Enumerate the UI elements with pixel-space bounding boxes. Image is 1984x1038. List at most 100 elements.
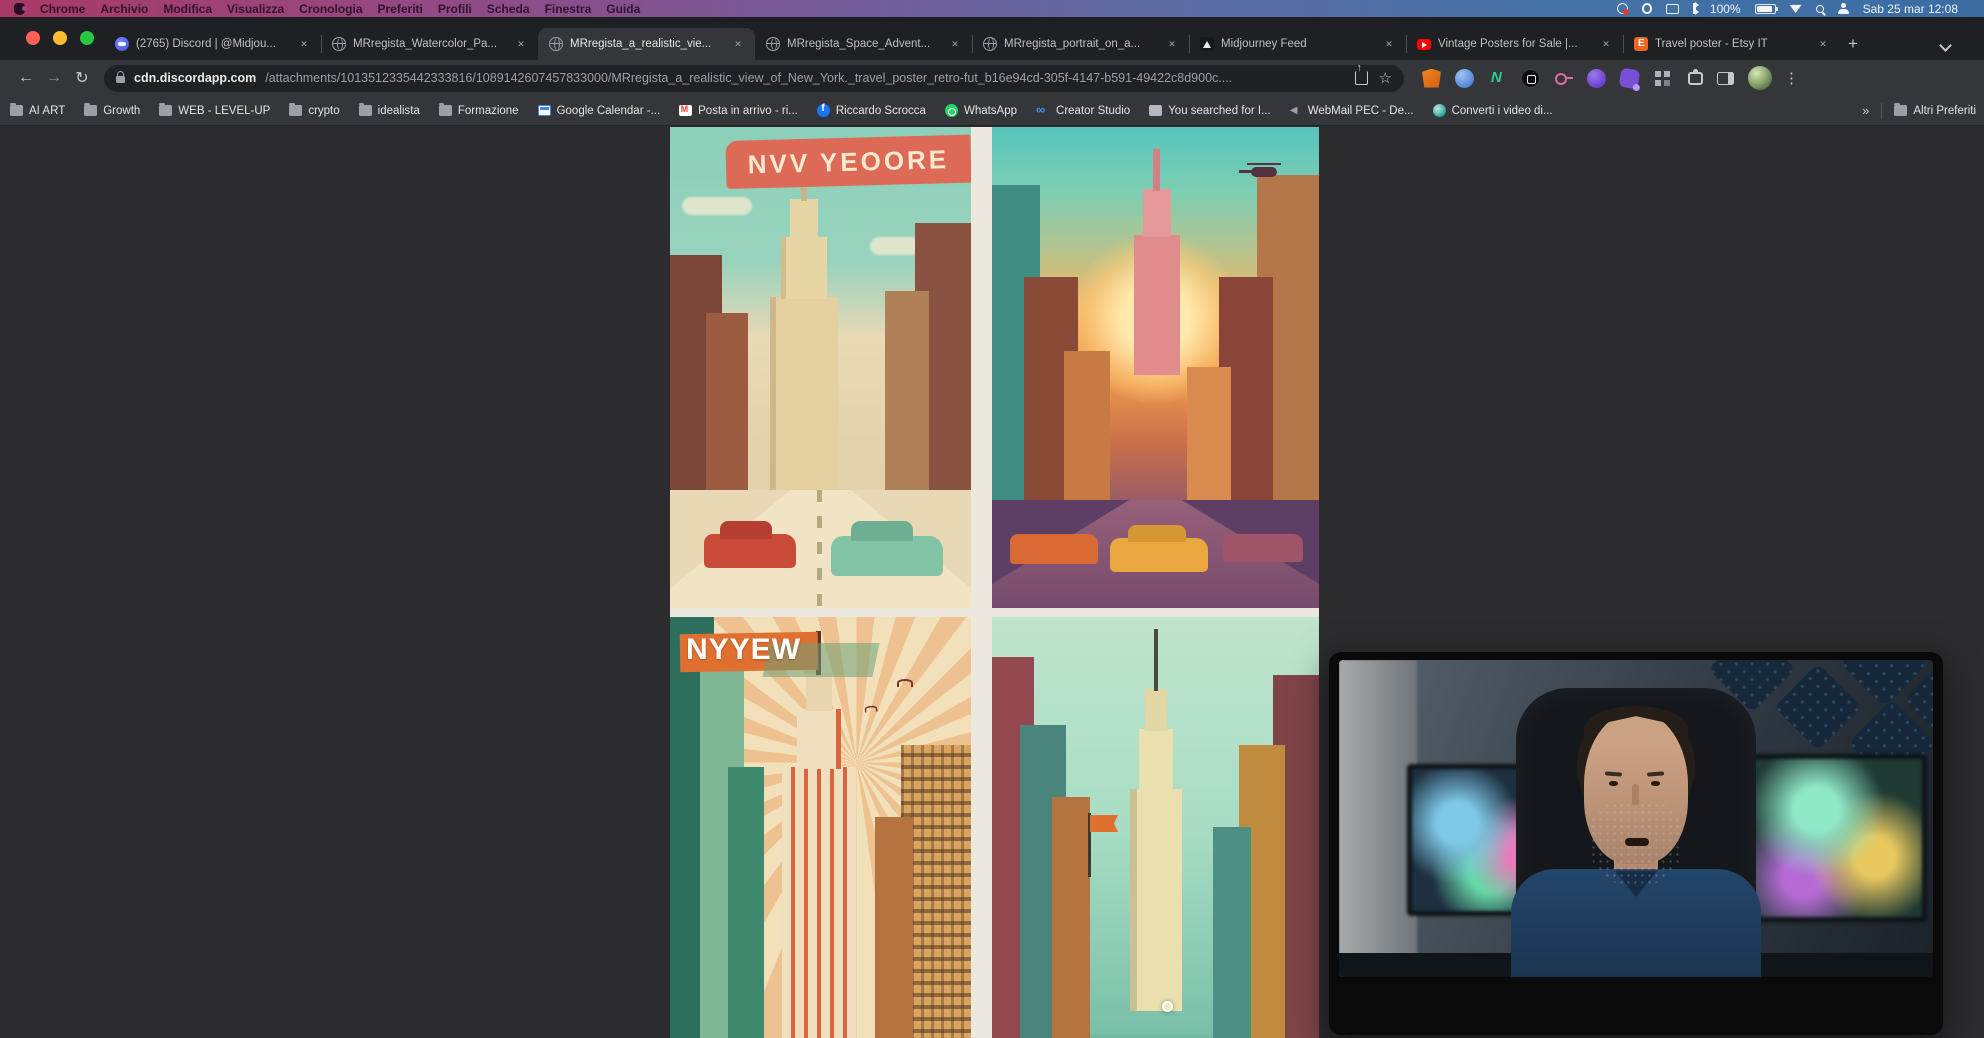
bookmark-folder-idealista[interactable]: idealista bbox=[359, 105, 420, 117]
globe-favicon-icon bbox=[766, 37, 780, 51]
tab-midjourney-feed[interactable]: Midjourney Feed bbox=[1189, 28, 1406, 60]
menubar-clock[interactable]: Sab 25 mar 12:08 bbox=[1863, 2, 1958, 16]
bookmark-star-icon[interactable] bbox=[1379, 71, 1392, 86]
close-tab-icon[interactable] bbox=[1598, 36, 1614, 52]
purple-blob-extension-icon[interactable] bbox=[1619, 67, 1640, 88]
menu-archivio[interactable]: Archivio bbox=[100, 2, 148, 16]
menu-profili[interactable]: Profili bbox=[438, 2, 472, 16]
address-bar[interactable]: cdn.discordapp.com /attachments/10135123… bbox=[104, 65, 1404, 92]
bookmark-gmail-inbox[interactable]: Posta in arrivo - ri... bbox=[679, 105, 798, 117]
bookmark-video-converter[interactable]: Converti i video di... bbox=[1433, 104, 1553, 117]
empire-state-building bbox=[782, 767, 856, 1038]
close-tab-icon[interactable] bbox=[730, 36, 746, 52]
new-tab-button[interactable]: + bbox=[1840, 31, 1866, 57]
back-button[interactable]: ← bbox=[12, 64, 40, 92]
bookmark-facebook-profile[interactable]: Riccardo Scrocca bbox=[817, 104, 926, 117]
presenter-mouth bbox=[1625, 838, 1649, 846]
menu-chrome[interactable]: Chrome bbox=[40, 2, 85, 16]
menu-guida[interactable]: Guida bbox=[606, 2, 640, 16]
purple-car bbox=[1223, 534, 1303, 562]
tab-portrait[interactable]: MRregista_portrait_on_a... bbox=[972, 28, 1189, 60]
bookmarks-bar: AI ART Growth WEB - LEVEL-UP crypto idea… bbox=[0, 96, 1984, 126]
empire-state-building-top bbox=[806, 673, 832, 711]
display-mirror-icon[interactable] bbox=[1666, 4, 1679, 14]
whatsapp-icon bbox=[945, 104, 958, 117]
bookmark-folder-web-level-up[interactable]: WEB - LEVEL-UP bbox=[159, 105, 270, 117]
forward-button[interactable]: → bbox=[40, 64, 68, 92]
bookmark-label: WEB - LEVEL-UP bbox=[178, 105, 270, 117]
other-bookmarks-folder[interactable]: Altri Preferiti bbox=[1894, 105, 1976, 117]
bookmark-you-searched[interactable]: You searched for I... bbox=[1149, 105, 1271, 117]
menu-visualizza[interactable]: Visualizza bbox=[227, 2, 284, 16]
dark-camera-extension-icon[interactable] bbox=[1521, 69, 1540, 88]
tab-vintage-posters[interactable]: Vintage Posters for Sale |... bbox=[1406, 28, 1623, 60]
folder-icon bbox=[159, 105, 172, 116]
menu-preferiti[interactable]: Preferiti bbox=[378, 2, 423, 16]
bookmark-creator-studio[interactable]: Creator Studio bbox=[1036, 104, 1130, 117]
close-tab-icon[interactable] bbox=[947, 36, 963, 52]
menu-cronologia[interactable]: Cronologia bbox=[299, 2, 362, 16]
menu-scheda[interactable]: Scheda bbox=[487, 2, 530, 16]
orange-flag bbox=[1090, 815, 1118, 832]
menu-finestra[interactable]: Finestra bbox=[545, 2, 592, 16]
purple-extension-icon[interactable] bbox=[1587, 69, 1606, 88]
spotlight-search-icon[interactable] bbox=[1816, 5, 1824, 13]
user-switch-icon[interactable] bbox=[1838, 3, 1849, 14]
tab-etsy[interactable]: Travel poster - Etsy IT bbox=[1623, 28, 1840, 60]
bookmark-label: Formazione bbox=[458, 105, 519, 117]
monitor-right bbox=[1747, 754, 1927, 922]
side-panel-icon[interactable] bbox=[1717, 72, 1734, 85]
share-icon[interactable] bbox=[1355, 71, 1368, 85]
green-n-extension-icon[interactable] bbox=[1488, 69, 1507, 88]
apple-logo-icon[interactable] bbox=[14, 3, 25, 15]
folder-icon bbox=[1894, 105, 1907, 116]
empire-state-spire bbox=[1154, 629, 1158, 691]
bookmark-label: Altri Preferiti bbox=[1913, 105, 1976, 117]
close-tab-icon[interactable] bbox=[1164, 36, 1180, 52]
helicopter bbox=[1251, 167, 1277, 177]
orange-car bbox=[1010, 534, 1098, 564]
building bbox=[1213, 827, 1251, 1038]
secure-lock-icon[interactable] bbox=[116, 76, 125, 83]
empire-state-building-top bbox=[790, 199, 818, 239]
bookmark-webmail-pec[interactable]: WebMail PEC - De... bbox=[1290, 105, 1414, 117]
building bbox=[1052, 797, 1090, 1038]
close-tab-icon[interactable] bbox=[513, 36, 529, 52]
screen-record-icon[interactable] bbox=[1617, 3, 1628, 14]
tab-space-adventure[interactable]: MRregista_Space_Advent... bbox=[755, 28, 972, 60]
tab-discord[interactable]: (2765) Discord | @Midjou... bbox=[104, 28, 321, 60]
bookmarks-divider bbox=[1881, 103, 1882, 119]
reload-button[interactable]: ↻ bbox=[68, 64, 96, 92]
bookmark-folder-crypto[interactable]: crypto bbox=[289, 105, 339, 117]
midjourney-image-grid[interactable]: NVV YEOORE bbox=[670, 127, 1319, 1038]
bookmarks-overflow-chevron[interactable]: » bbox=[1862, 103, 1869, 118]
google-calendar-icon bbox=[538, 105, 551, 116]
bookmark-label: Riccardo Scrocca bbox=[836, 105, 926, 117]
tab-search-chevron-icon[interactable] bbox=[1940, 40, 1950, 50]
profile-avatar[interactable] bbox=[1748, 66, 1772, 90]
menu-modifica[interactable]: Modifica bbox=[163, 2, 212, 16]
bookmark-folder-growth[interactable]: Growth bbox=[84, 105, 140, 117]
bookmark-folder-ai-art[interactable]: AI ART bbox=[10, 105, 65, 117]
pink-key-extension-icon[interactable] bbox=[1554, 69, 1573, 88]
bookmark-google-calendar[interactable]: Google Calendar -... bbox=[538, 105, 661, 117]
close-tab-icon[interactable] bbox=[296, 36, 312, 52]
bookmark-folder-formazione[interactable]: Formazione bbox=[439, 105, 519, 117]
blue-extension-icon[interactable] bbox=[1455, 69, 1474, 88]
minimize-window-button[interactable] bbox=[53, 31, 67, 45]
close-tab-icon[interactable] bbox=[1815, 36, 1831, 52]
bookmark-whatsapp[interactable]: WhatsApp bbox=[945, 104, 1017, 117]
close-tab-icon[interactable] bbox=[1381, 36, 1397, 52]
close-window-button[interactable] bbox=[26, 31, 40, 45]
metamask-extension-icon[interactable] bbox=[1422, 69, 1441, 88]
bluetooth-icon[interactable] bbox=[1693, 3, 1696, 14]
tab-realistic-view-active[interactable]: MRregista_a_realistic_vie... bbox=[538, 28, 755, 60]
zoom-window-button[interactable] bbox=[80, 31, 94, 45]
wifi-icon[interactable] bbox=[1790, 4, 1802, 13]
shield-icon[interactable] bbox=[1642, 3, 1652, 14]
extensions-puzzle-icon[interactable] bbox=[1688, 72, 1703, 85]
chrome-menu-kebab-icon[interactable] bbox=[1784, 69, 1799, 87]
gray-grid-extension-icon[interactable] bbox=[1653, 69, 1672, 88]
tab-watercolor[interactable]: MRregista_Watercolor_Pa... bbox=[321, 28, 538, 60]
battery-icon[interactable] bbox=[1755, 4, 1776, 14]
